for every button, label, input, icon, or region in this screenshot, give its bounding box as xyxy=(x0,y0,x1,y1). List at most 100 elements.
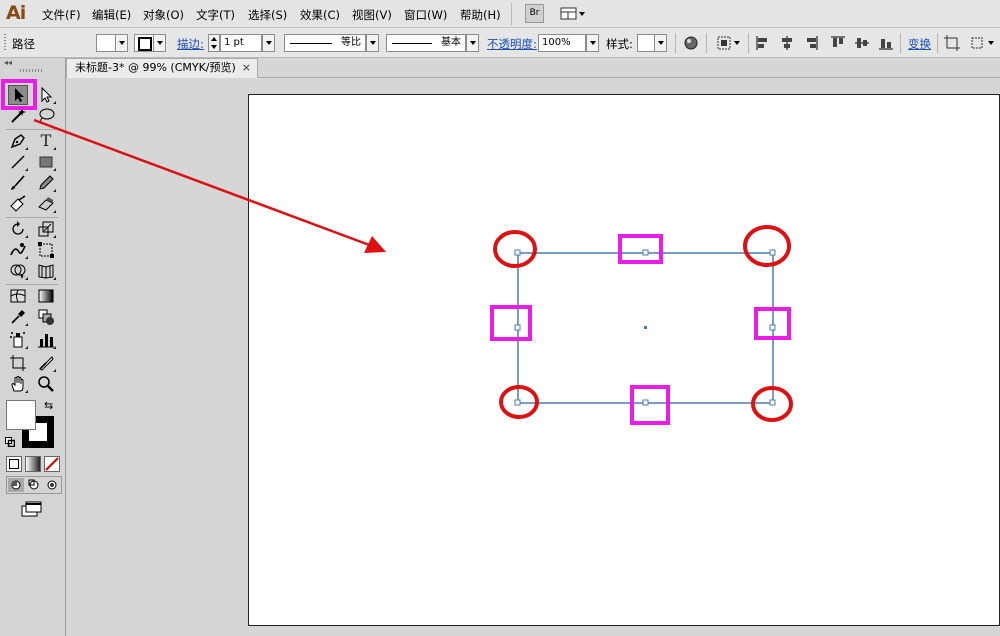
graphic-style-swatch[interactable] xyxy=(637,34,655,52)
free-transform-tool[interactable] xyxy=(36,240,56,260)
pen-tool[interactable] xyxy=(8,131,28,151)
menu-help[interactable]: 帮助(H) xyxy=(460,7,501,23)
line-segment-tool[interactable] xyxy=(8,152,28,172)
close-tab-icon[interactable]: × xyxy=(242,59,251,77)
draw-inside-icon xyxy=(47,480,57,490)
document-tab[interactable]: 未标题-3* @ 99% (CMYK/预览) × xyxy=(66,58,258,78)
align-vertical-center-icon xyxy=(855,38,869,48)
eyedropper-tool[interactable] xyxy=(8,307,28,327)
menu-select[interactable]: 选择(S) xyxy=(248,7,287,23)
zoom-tool[interactable] xyxy=(36,374,56,394)
align-right-icon xyxy=(807,36,818,50)
graphic-style-dropdown[interactable] xyxy=(654,34,667,52)
stroke-weight-dropdown[interactable] xyxy=(262,34,275,52)
stroke-weight-stepper[interactable] xyxy=(208,34,220,52)
none-icon xyxy=(45,457,59,471)
draw-normal-icon xyxy=(11,480,21,490)
shape-builder-tool[interactable] xyxy=(8,261,28,281)
free-transform-icon xyxy=(38,242,54,258)
column-graph-tool[interactable] xyxy=(36,330,56,350)
screen-mode-button[interactable] xyxy=(20,500,44,518)
stroke-weight-input[interactable]: 1 pt xyxy=(220,34,262,52)
align-horizontal-center-button[interactable] xyxy=(779,35,795,51)
pencil-tool[interactable] xyxy=(36,173,56,193)
magic-wand-tool[interactable] xyxy=(8,106,28,126)
selection-tool[interactable] xyxy=(8,85,28,105)
default-fill-stroke-button[interactable] xyxy=(5,436,16,448)
swap-fill-stroke-icon[interactable]: ⇆ xyxy=(44,399,53,412)
control-bar: 路径 描边: 1 pt 等比 基本 不透明度: 100% 样式: 变换 xyxy=(0,28,1000,58)
control-bar-grip[interactable] xyxy=(4,34,6,52)
stroke-dropdown[interactable] xyxy=(153,34,166,52)
blob-brush-tool[interactable] xyxy=(8,194,28,214)
align-right-button[interactable] xyxy=(803,35,819,51)
fill-dropdown[interactable] xyxy=(115,34,128,52)
draw-normal-button[interactable] xyxy=(8,478,24,492)
opacity-label[interactable]: 不透明度: xyxy=(487,36,537,52)
rectangle-tool[interactable] xyxy=(36,152,56,172)
menu-file[interactable]: 文件(F) xyxy=(42,7,81,23)
eraser-tool[interactable] xyxy=(36,194,56,214)
stroke-swatch[interactable] xyxy=(134,34,154,52)
warp-tool[interactable] xyxy=(8,240,28,260)
opacity-dropdown[interactable] xyxy=(586,34,599,52)
fill-color-swatch[interactable] xyxy=(6,400,36,430)
tools-collapse-button[interactable]: ◂◂ xyxy=(4,58,12,67)
symbol-sprayer-tool[interactable] xyxy=(8,330,28,350)
menu-object[interactable]: 对象(O) xyxy=(143,7,184,23)
profile-line-icon xyxy=(290,43,332,44)
brush-dropdown[interactable] xyxy=(466,34,479,52)
align-bottom-button[interactable] xyxy=(878,35,894,51)
align-left-button[interactable] xyxy=(755,35,771,51)
gradient-mode-button[interactable] xyxy=(25,456,41,472)
panel-menu-button[interactable] xyxy=(970,35,998,51)
type-tool[interactable]: T xyxy=(36,131,56,151)
bridge-button[interactable]: Br xyxy=(525,4,544,23)
stroke-label[interactable]: 描边: xyxy=(177,36,204,52)
align-top-button[interactable] xyxy=(830,35,846,51)
color-icon xyxy=(9,459,19,469)
lasso-tool[interactable] xyxy=(36,106,56,126)
profile-dropdown[interactable] xyxy=(366,34,379,52)
none-mode-button[interactable] xyxy=(44,456,60,472)
transform-link[interactable]: 变换 xyxy=(908,36,931,52)
paintbrush-tool[interactable] xyxy=(8,173,28,193)
draw-inside-button[interactable] xyxy=(44,478,60,492)
blend-tool[interactable] xyxy=(36,307,56,327)
scale-tool[interactable] xyxy=(36,219,56,239)
menu-edit[interactable]: 编辑(E) xyxy=(92,7,131,23)
isolate-object-button[interactable] xyxy=(944,35,960,51)
selection-tool-icon xyxy=(15,88,24,102)
fill-swatch[interactable] xyxy=(96,34,116,52)
hand-tool[interactable] xyxy=(8,374,28,394)
tools-panel-grip[interactable] xyxy=(20,69,42,72)
opacity-input[interactable]: 100% xyxy=(538,34,586,52)
artboard-tool[interactable] xyxy=(8,353,28,373)
draw-behind-button[interactable] xyxy=(26,478,42,492)
menu-window[interactable]: 窗口(W) xyxy=(404,7,447,23)
menu-effect[interactable]: 效果(C) xyxy=(300,7,340,23)
color-mode-button[interactable] xyxy=(6,456,22,472)
align-to-icon xyxy=(717,36,740,50)
recolor-artwork-icon xyxy=(684,36,698,50)
stroke-swatch-icon xyxy=(138,37,152,51)
tool-separator xyxy=(6,129,58,130)
menu-view[interactable]: 视图(V) xyxy=(352,7,392,23)
control-separator xyxy=(748,33,749,53)
perspective-grid-tool[interactable] xyxy=(36,261,56,281)
blend-icon xyxy=(38,309,54,325)
arrange-documents-button[interactable] xyxy=(560,4,586,23)
direct-selection-tool[interactable] xyxy=(36,85,56,105)
screen-mode-icon xyxy=(21,501,42,517)
mesh-tool[interactable] xyxy=(8,286,28,306)
align-vertical-center-button[interactable] xyxy=(854,35,870,51)
menu-type[interactable]: 文字(T) xyxy=(196,7,235,23)
variable-width-profile[interactable]: 等比 xyxy=(284,34,366,52)
slice-tool[interactable] xyxy=(36,353,56,373)
artboard[interactable] xyxy=(248,94,1000,626)
gradient-tool[interactable] xyxy=(36,286,56,306)
align-to-button[interactable] xyxy=(716,35,742,51)
recolor-artwork-button[interactable] xyxy=(683,35,699,51)
rotate-tool[interactable] xyxy=(8,219,28,239)
brush-definition[interactable]: 基本 xyxy=(386,34,466,52)
